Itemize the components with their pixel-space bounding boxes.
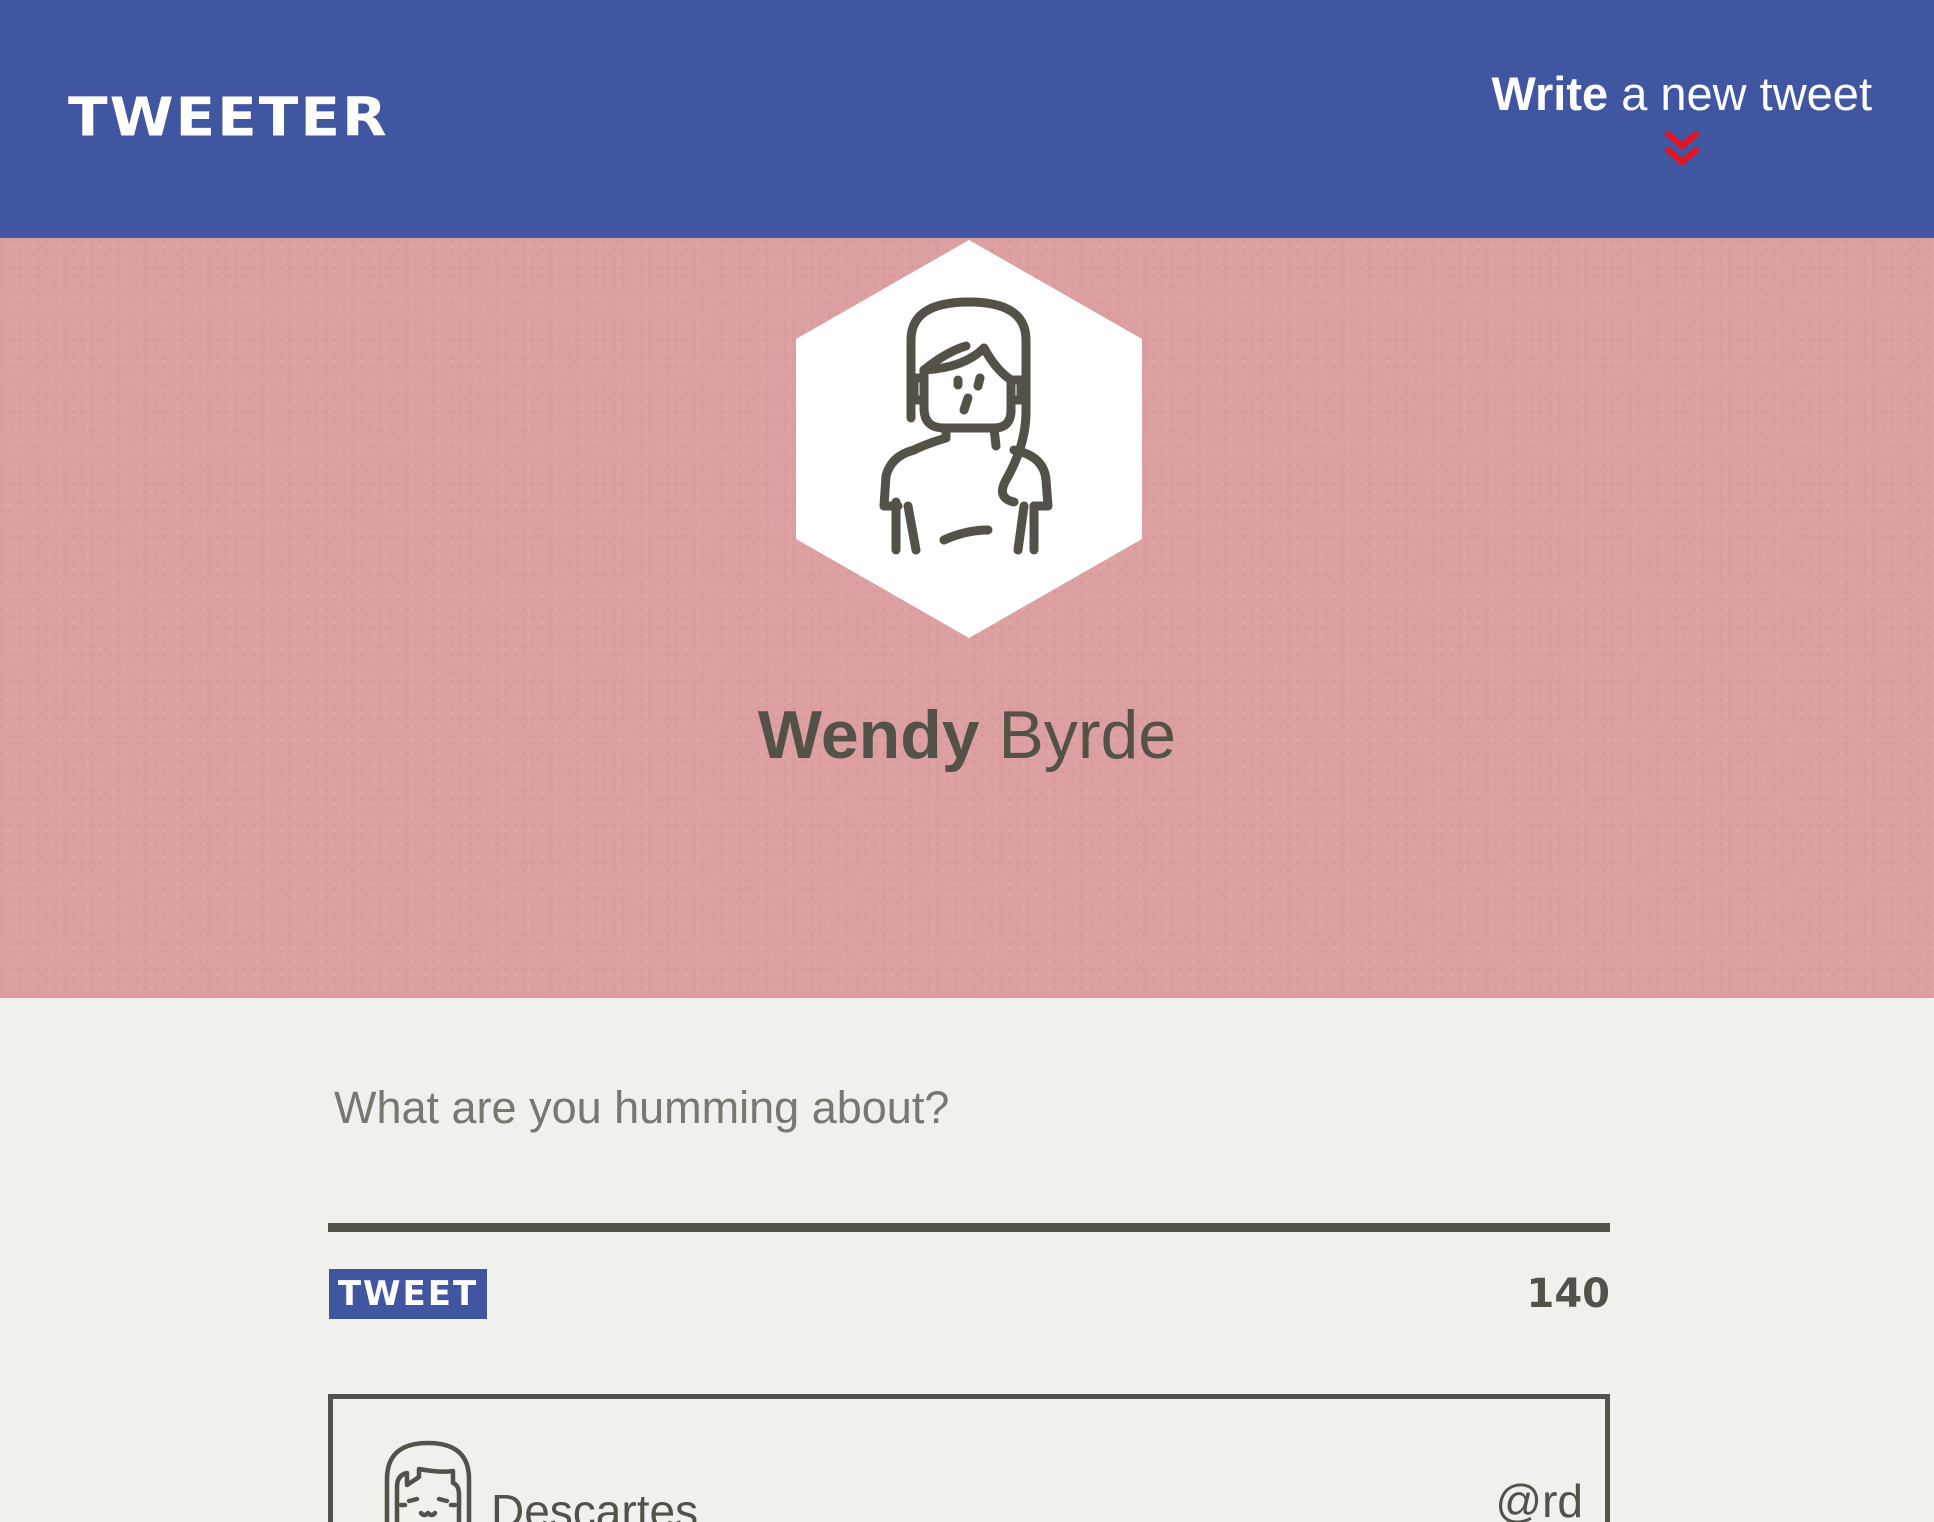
tweet-card: Descartes @rd [328,1394,1610,1522]
tweet-submit-button[interactable]: TWEET [329,1269,487,1319]
tweet-author-handle[interactable]: @rd [1495,1471,1583,1522]
tweet-author-name: Descartes [491,1485,699,1522]
new-tweet-words: a new tweet [1621,67,1872,120]
smiling-girl-avatar-icon [384,1440,472,1522]
profile-first-name: Wendy [757,697,980,773]
profile-last-name: Byrde [998,697,1177,773]
write-word: Write [1491,67,1609,120]
profile-name: Wendy Byrde [0,690,1934,780]
write-new-tweet-toggle[interactable]: Write a new tweet [1491,64,1872,172]
brand-logo[interactable]: TWEETER [68,84,389,150]
tweet-composer: TWEET 140 [328,1072,1610,1319]
character-counter: 140 [1526,1271,1611,1317]
composer-actions: TWEET 140 [328,1232,1610,1319]
write-new-tweet-label: Write a new tweet [1491,64,1872,124]
top-nav-bar: TWEETER Write a new tweet [0,0,1934,238]
profile-banner: Wendy Byrde [0,238,1934,998]
tweet-input[interactable] [328,1072,1610,1232]
woman-avatar-icon [796,240,1142,638]
app-frame: TWEETER Write a new tweet Wendy Byrde Wh… [0,0,1934,1522]
chevron-double-down-icon[interactable] [1662,128,1702,172]
